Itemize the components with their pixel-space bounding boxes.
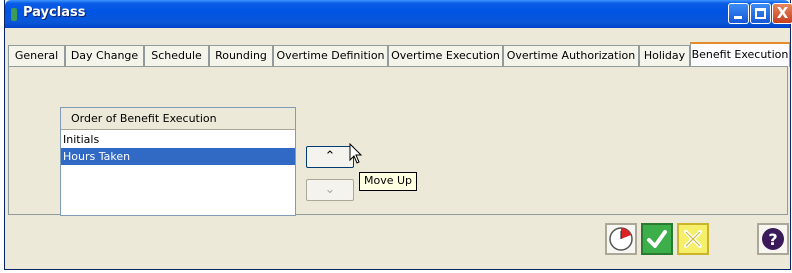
list-column-header[interactable]: Order of Benefit Execution <box>61 108 295 130</box>
chevron-down-icon: ⌄ <box>324 182 336 197</box>
app-icon <box>11 8 17 21</box>
payclass-window: Payclass X General Day Change Schedule R… <box>4 0 792 270</box>
window-title: Payclass <box>23 5 86 20</box>
benefit-execution-panel: Order of Benefit Execution Initials Hour… <box>8 66 788 216</box>
ok-button[interactable] <box>641 223 673 255</box>
tab-day-change[interactable]: Day Change <box>65 45 144 66</box>
chevron-up-icon: ⌃ <box>324 149 336 164</box>
clock-icon <box>609 227 633 251</box>
mouse-pointer-icon <box>349 143 363 164</box>
action-bar: ? <box>8 216 789 266</box>
tab-overtime-execution[interactable]: Overtime Execution <box>388 45 503 66</box>
checkmark-icon <box>647 230 667 248</box>
tab-rounding[interactable]: Rounding <box>209 45 273 66</box>
question-mark-icon: ? <box>762 228 784 250</box>
move-down-button[interactable]: ⌄ <box>306 179 354 201</box>
tab-overtime-authorization[interactable]: Overtime Authorization <box>503 45 639 66</box>
minimize-button[interactable] <box>728 3 749 24</box>
schedule-button[interactable] <box>605 223 637 255</box>
close-button[interactable]: X <box>772 3 792 24</box>
tab-benefit-execution[interactable]: Benefit Execution <box>690 42 790 67</box>
close-icon: X <box>776 4 789 22</box>
maximize-button[interactable] <box>750 3 771 24</box>
x-mark-icon <box>684 230 702 248</box>
list-item[interactable]: Initials <box>61 131 295 148</box>
cancel-button[interactable] <box>677 223 709 255</box>
list-item-selected[interactable]: Hours Taken <box>61 148 295 165</box>
title-bar[interactable]: Payclass X <box>5 0 792 28</box>
help-button[interactable]: ? <box>757 223 789 255</box>
tab-overtime-definition[interactable]: Overtime Definition <box>273 45 388 66</box>
tab-holiday[interactable]: Holiday <box>639 45 690 66</box>
tab-general[interactable]: General <box>8 45 65 66</box>
tab-schedule[interactable]: Schedule <box>144 45 209 66</box>
maximize-icon <box>755 8 766 19</box>
move-up-button[interactable]: ⌃ <box>306 146 354 168</box>
minimize-icon <box>734 16 742 19</box>
move-up-tooltip: Move Up <box>359 172 418 191</box>
benefit-order-list[interactable]: Order of Benefit Execution Initials Hour… <box>60 107 296 216</box>
help-glyph: ? <box>768 230 777 249</box>
